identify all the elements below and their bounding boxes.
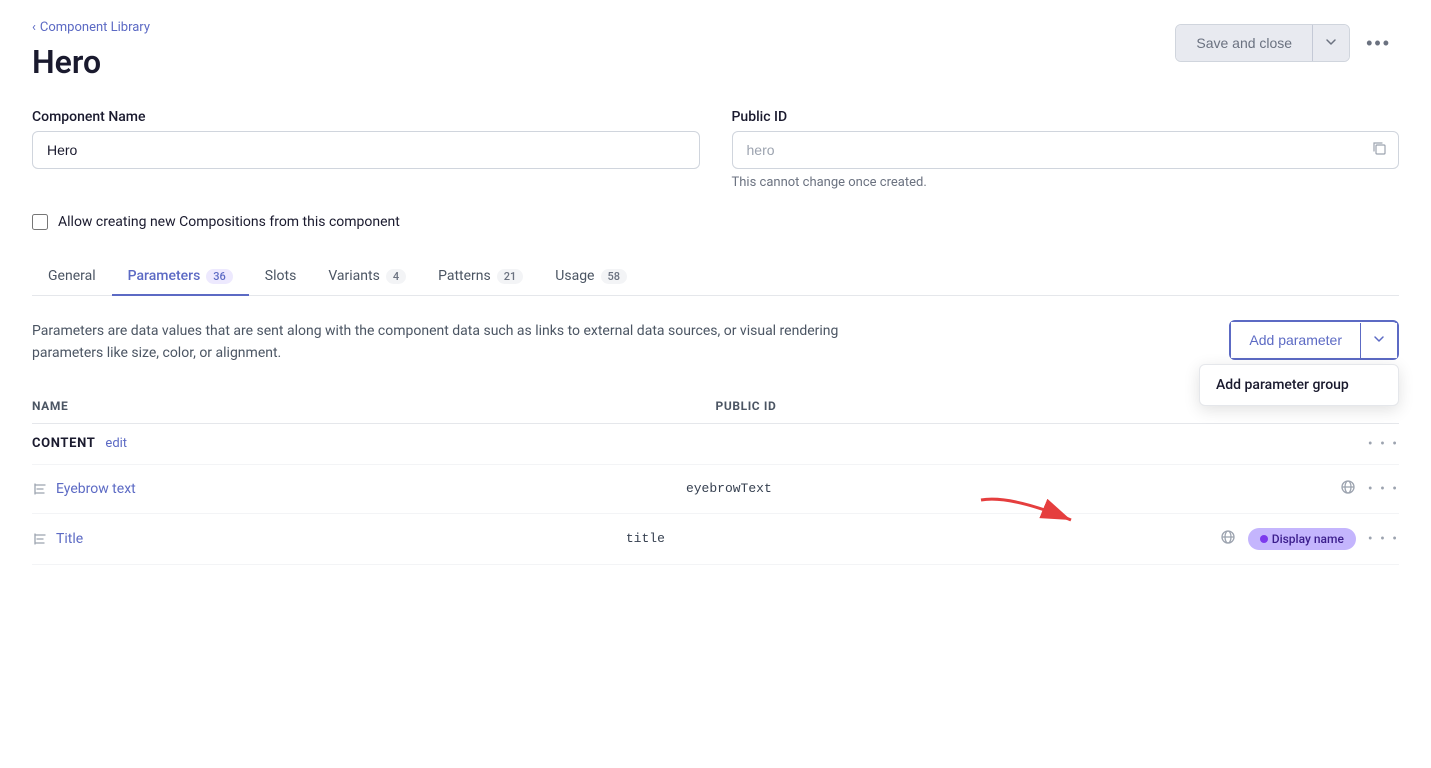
param-eyebrow-public-id: eyebrowText — [686, 481, 1340, 496]
table-header-name: NAME — [32, 399, 716, 413]
parameters-table: NAME PUBLIC ID CONTENT edit • • • Eyebro… — [32, 389, 1399, 565]
param-eyebrow-name[interactable]: Eyebrow text — [32, 481, 686, 497]
component-name-group: Component Name — [32, 109, 700, 190]
allow-compositions-checkbox[interactable] — [32, 214, 48, 230]
tab-patterns[interactable]: Patterns 21 — [422, 258, 539, 296]
public-id-label: Public ID — [732, 109, 1400, 125]
add-parameter-chevron-button[interactable] — [1360, 323, 1397, 358]
add-parameter-dropdown: Add parameter group — [1199, 364, 1399, 406]
param-title-name[interactable]: Title — [32, 531, 626, 547]
param-title-public-id: title — [626, 531, 1220, 546]
save-close-button[interactable]: Save and close — [1176, 25, 1312, 61]
group-content-more[interactable]: • • • — [1368, 436, 1399, 452]
group-content-label: CONTENT — [32, 436, 95, 451]
param-eyebrow-globe-icon — [1340, 479, 1356, 499]
public-id-helper: This cannot change once created. — [732, 175, 1400, 190]
param-eyebrow-text: Eyebrow text eyebrowText • • • — [32, 465, 1399, 514]
save-close-button-group: Save and close — [1175, 24, 1350, 62]
component-name-input[interactable] — [32, 131, 700, 169]
tab-parameters[interactable]: Parameters 36 — [112, 258, 249, 296]
allow-compositions-row: Allow creating new Compositions from thi… — [32, 214, 1399, 230]
tab-usage-badge: 58 — [601, 269, 628, 284]
page-title: Hero — [32, 43, 150, 81]
public-id-group: Public ID This cannot change once create… — [732, 109, 1400, 190]
tab-parameters-badge: 36 — [206, 269, 233, 284]
allow-compositions-label[interactable]: Allow creating new Compositions from thi… — [58, 214, 400, 230]
param-title-actions: Display name • • • — [1220, 528, 1399, 550]
param-eyebrow-type-icon — [32, 481, 48, 497]
param-title-type-icon — [32, 531, 48, 547]
param-title-globe-icon — [1220, 529, 1236, 549]
add-parameter-button[interactable]: Add parameter — [1231, 322, 1360, 358]
tab-slots[interactable]: Slots — [249, 258, 313, 296]
tabs-bar: General Parameters 36 Slots Variants 4 P… — [32, 258, 1399, 296]
parameters-description: Parameters are data values that are sent… — [32, 320, 882, 365]
tab-variants-badge: 4 — [386, 269, 406, 284]
table-header: NAME PUBLIC ID — [32, 389, 1399, 424]
more-options-button[interactable]: ••• — [1358, 25, 1399, 62]
breadcrumb-link[interactable]: ‹ Component Library — [32, 20, 150, 35]
group-content-edit[interactable]: edit — [105, 436, 127, 451]
add-parameter-group-item[interactable]: Add parameter group — [1200, 365, 1398, 405]
tab-general[interactable]: General — [32, 258, 112, 296]
param-title-display-badge[interactable]: Display name — [1248, 528, 1356, 550]
param-title: Title title Display name • • • — [32, 514, 1399, 565]
breadcrumb-label: Component Library — [40, 20, 150, 35]
param-title-more[interactable]: • • • — [1368, 531, 1399, 547]
public-id-input[interactable] — [732, 131, 1400, 169]
save-close-chevron-button[interactable] — [1312, 25, 1349, 61]
copy-icon[interactable] — [1371, 140, 1387, 160]
display-badge-dot — [1260, 535, 1268, 543]
param-eyebrow-actions: • • • — [1340, 479, 1399, 499]
public-id-wrapper — [732, 131, 1400, 169]
tab-patterns-badge: 21 — [497, 269, 524, 284]
param-eyebrow-more[interactable]: • • • — [1368, 481, 1399, 497]
add-parameter-button-group: Add parameter — [1229, 320, 1399, 360]
tab-usage[interactable]: Usage 58 — [539, 258, 643, 296]
tab-variants[interactable]: Variants 4 — [312, 258, 422, 296]
component-name-label: Component Name — [32, 109, 700, 125]
parameters-description-row: Parameters are data values that are sent… — [32, 320, 1399, 365]
breadcrumb-arrow: ‹ — [32, 20, 36, 35]
group-content: CONTENT edit • • • — [32, 424, 1399, 465]
